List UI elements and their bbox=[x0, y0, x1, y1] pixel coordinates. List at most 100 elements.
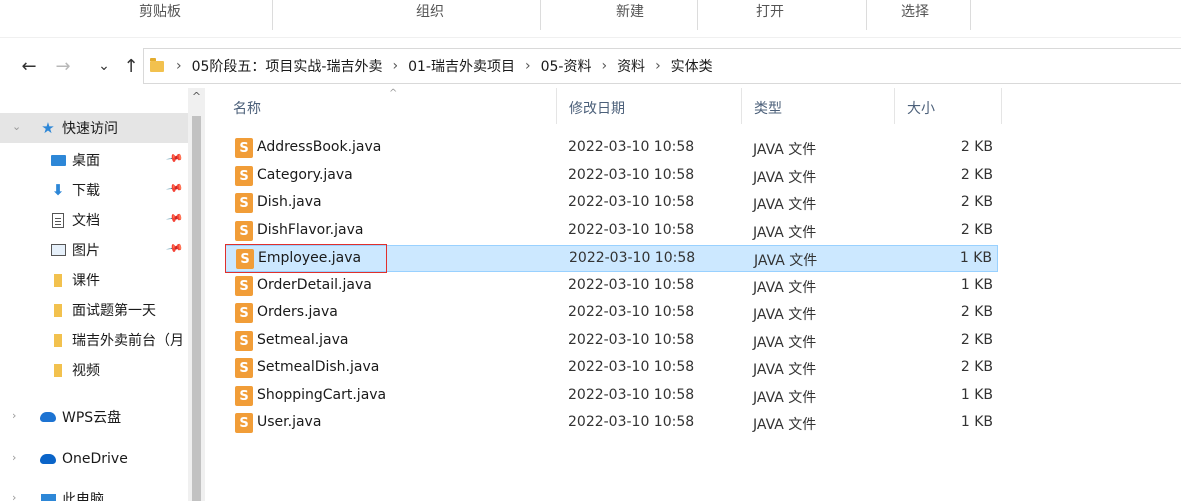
java-file-icon: S bbox=[235, 386, 253, 406]
file-row[interactable]: S Dish.java 2022-03-10 10:58 JAVA 文件 2 K… bbox=[225, 190, 998, 217]
folder-icon bbox=[50, 272, 66, 288]
chevron-down-icon[interactable]: ⌄ bbox=[12, 120, 21, 133]
sort-ascending-icon: ^ bbox=[389, 88, 398, 99]
file-size: 2 KB bbox=[960, 139, 993, 155]
nav-item-downloads[interactable]: ⬇ 下载 📌 bbox=[0, 175, 188, 205]
breadcrumb-item[interactable]: 05阶段五：项目实战-瑞吉外卖 bbox=[192, 56, 383, 76]
chevron-right-icon[interactable]: › bbox=[392, 58, 398, 74]
chevron-right-icon[interactable]: › bbox=[525, 58, 531, 74]
nav-item-onedrive[interactable]: › OneDrive bbox=[0, 444, 188, 474]
file-row[interactable]: S AddressBook.java 2022-03-10 10:58 JAVA… bbox=[225, 135, 998, 162]
column-header-size[interactable]: 大小 bbox=[907, 98, 935, 118]
recent-locations-button[interactable]: ⌄ bbox=[93, 52, 115, 80]
column-divider[interactable] bbox=[741, 88, 742, 124]
column-divider[interactable] bbox=[556, 88, 557, 124]
nav-item-reggie-frontend[interactable]: 瑞吉外卖前台（月 bbox=[0, 325, 188, 355]
file-row[interactable]: S Orders.java 2022-03-10 10:58 JAVA 文件 2… bbox=[225, 300, 998, 327]
file-date: 2022-03-10 10:58 bbox=[568, 359, 695, 375]
file-row[interactable]: S DishFlavor.java 2022-03-10 10:58 JAVA … bbox=[225, 218, 998, 245]
ribbon-group-select: 选择 bbox=[901, 4, 929, 20]
file-row[interactable]: S Category.java 2022-03-10 10:58 JAVA 文件… bbox=[225, 163, 998, 190]
file-row-selected[interactable]: S Employee.java 2022-03-10 10:58 JAVA 文件… bbox=[225, 245, 998, 272]
file-type: JAVA 文件 bbox=[754, 253, 818, 269]
file-name: OrderDetail.java bbox=[257, 277, 372, 293]
file-row[interactable]: S Setmeal.java 2022-03-10 10:58 JAVA 文件 … bbox=[225, 328, 998, 355]
ribbon-group-new: 新建 bbox=[616, 4, 644, 20]
chevron-right-icon[interactable]: › bbox=[601, 58, 607, 74]
chevron-right-icon[interactable]: › bbox=[12, 409, 16, 422]
chevron-right-icon[interactable]: › bbox=[176, 58, 182, 74]
column-divider[interactable] bbox=[1001, 88, 1002, 124]
file-date: 2022-03-10 10:58 bbox=[568, 277, 695, 293]
ribbon-divider bbox=[866, 0, 867, 30]
file-type: JAVA 文件 bbox=[753, 142, 817, 158]
address-bar[interactable]: › 05阶段五：项目实战-瑞吉外卖 › 01-瑞吉外卖项目 › 05-资料 › … bbox=[143, 48, 1181, 84]
file-row[interactable]: S User.java 2022-03-10 10:58 JAVA 文件 1 K… bbox=[225, 410, 998, 437]
column-header-name[interactable]: 名称 bbox=[233, 98, 261, 118]
file-row[interactable]: S ShoppingCart.java 2022-03-10 10:58 JAV… bbox=[225, 383, 998, 410]
java-file-icon: S bbox=[235, 303, 253, 323]
file-name: Employee.java bbox=[258, 250, 362, 266]
file-name: User.java bbox=[257, 414, 322, 430]
java-file-icon: S bbox=[235, 193, 253, 213]
nav-item-this-pc[interactable]: › 此电脑 bbox=[0, 484, 188, 501]
nav-item-desktop[interactable]: 桌面 📌 bbox=[0, 145, 188, 175]
scrollbar-thumb[interactable] bbox=[192, 116, 201, 501]
java-file-icon: S bbox=[235, 358, 253, 378]
nav-pane-scrollbar[interactable]: ^ bbox=[188, 88, 205, 501]
file-type: JAVA 文件 bbox=[753, 390, 817, 406]
nav-item-interview[interactable]: 面试题第一天 bbox=[0, 295, 188, 325]
breadcrumb-item[interactable]: 05-资料 bbox=[541, 56, 592, 76]
file-date: 2022-03-10 10:58 bbox=[568, 222, 695, 238]
file-row[interactable]: S SetmealDish.java 2022-03-10 10:58 JAVA… bbox=[225, 355, 998, 382]
file-date: 2022-03-10 10:58 bbox=[568, 332, 695, 348]
nav-item-kejian[interactable]: 课件 bbox=[0, 265, 188, 295]
nav-item-quick-access[interactable]: ⌄ ★ 快速访问 bbox=[0, 113, 188, 143]
desktop-icon bbox=[50, 152, 66, 168]
breadcrumb-item[interactable]: 资料 bbox=[617, 56, 645, 76]
column-header-date[interactable]: 修改日期 bbox=[569, 98, 625, 118]
file-name: Orders.java bbox=[257, 304, 338, 320]
nav-item-video[interactable]: 视频 bbox=[0, 355, 188, 385]
nav-item-label: OneDrive bbox=[62, 451, 128, 467]
scroll-up-arrow-icon[interactable]: ^ bbox=[188, 90, 205, 103]
nav-item-label: 桌面 bbox=[72, 153, 100, 169]
file-size: 2 KB bbox=[960, 359, 993, 375]
file-type: JAVA 文件 bbox=[753, 417, 817, 433]
chevron-right-icon[interactable]: › bbox=[12, 491, 16, 501]
file-type: JAVA 文件 bbox=[753, 362, 817, 378]
back-button[interactable]: ← bbox=[18, 52, 40, 80]
forward-button[interactable]: → bbox=[52, 52, 74, 80]
ribbon-group-clipboard: 剪贴板 bbox=[139, 4, 181, 20]
document-icon bbox=[50, 212, 66, 228]
ribbon-divider bbox=[540, 0, 541, 30]
file-name: DishFlavor.java bbox=[257, 222, 364, 238]
nav-item-pictures[interactable]: 图片 📌 bbox=[0, 235, 188, 265]
file-size: 1 KB bbox=[960, 387, 993, 403]
chevron-right-icon[interactable]: › bbox=[12, 451, 16, 464]
java-file-icon: S bbox=[235, 276, 253, 296]
nav-item-label: WPS云盘 bbox=[62, 410, 122, 426]
nav-item-label: 文档 bbox=[72, 213, 100, 229]
star-icon: ★ bbox=[41, 119, 55, 137]
file-type: JAVA 文件 bbox=[753, 225, 817, 241]
file-row[interactable]: S OrderDetail.java 2022-03-10 10:58 JAVA… bbox=[225, 273, 998, 300]
column-divider[interactable] bbox=[894, 88, 895, 124]
nav-item-label: 瑞吉外卖前台（月 bbox=[72, 333, 184, 349]
java-file-icon: S bbox=[235, 331, 253, 351]
up-button[interactable]: ↑ bbox=[120, 52, 142, 80]
chevron-right-icon[interactable]: › bbox=[655, 58, 661, 74]
file-size: 2 KB bbox=[960, 304, 993, 320]
column-header-type[interactable]: 类型 bbox=[754, 98, 782, 118]
download-icon: ⬇ bbox=[51, 181, 65, 199]
nav-item-label: 快速访问 bbox=[62, 121, 118, 137]
file-type: JAVA 文件 bbox=[753, 280, 817, 296]
file-type: JAVA 文件 bbox=[753, 197, 817, 213]
file-name: Dish.java bbox=[257, 194, 322, 210]
cloud-icon bbox=[40, 409, 56, 425]
nav-item-documents[interactable]: 文档 📌 bbox=[0, 205, 188, 235]
breadcrumb-item[interactable]: 实体类 bbox=[671, 56, 713, 76]
ribbon-group-open: 打开 bbox=[756, 4, 784, 20]
breadcrumb-item[interactable]: 01-瑞吉外卖项目 bbox=[408, 56, 515, 76]
nav-item-wps-cloud[interactable]: › WPS云盘 bbox=[0, 402, 188, 432]
